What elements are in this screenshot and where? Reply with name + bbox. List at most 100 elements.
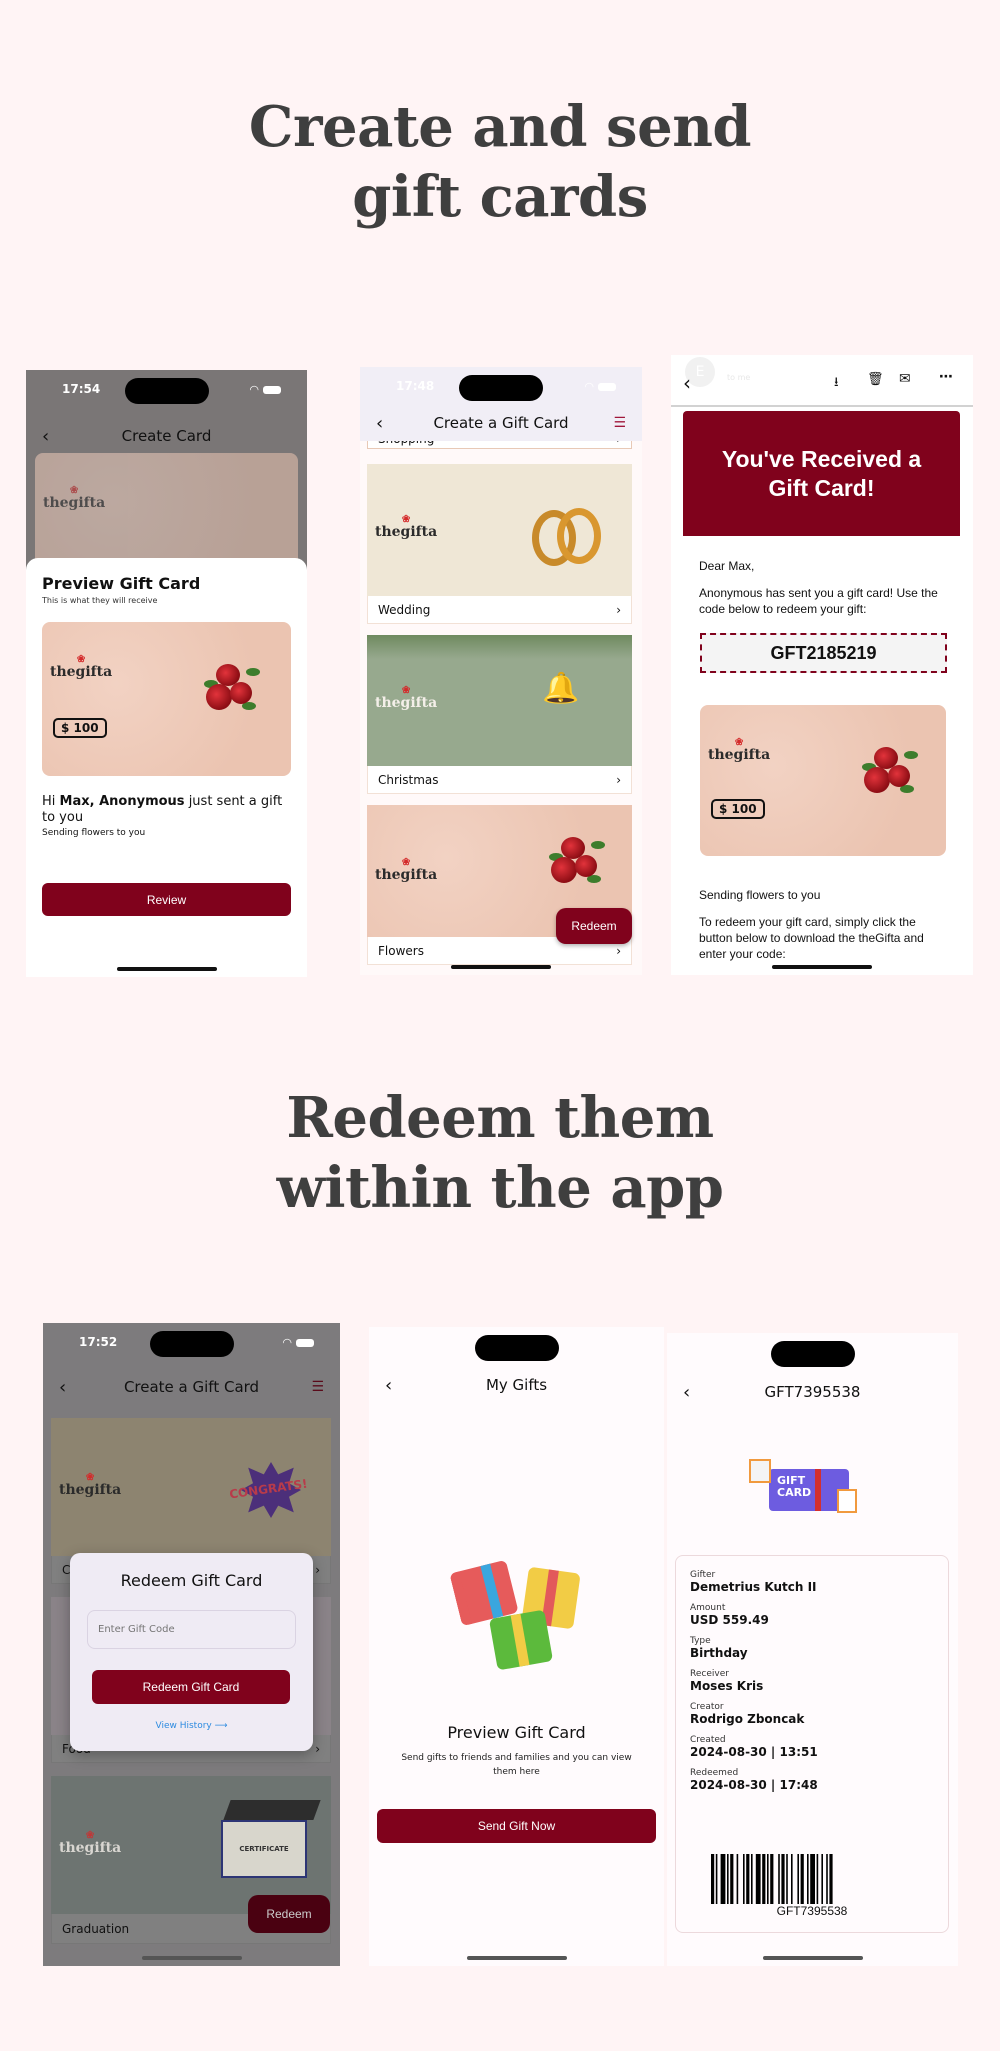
wedding-card-image: ❀ thegifta: [367, 464, 632, 596]
gift-message: Hi Max, Anonymous just sent a gift to yo…: [42, 794, 283, 825]
detail-value: Moses Kris: [690, 1679, 764, 1693]
status-time: 17:52: [79, 1335, 118, 1349]
dynamic-island: [124, 378, 209, 404]
barcode-bar: [816, 1854, 819, 1904]
detail-field: Redeemed 2024-08-30 | 17:48: [690, 1768, 934, 1792]
barcode-bar: [755, 1854, 761, 1904]
barcode-bar: [743, 1854, 745, 1904]
detail-label: Amount: [690, 1603, 726, 1613]
detail-field: Creator Rodrigo Zboncak: [690, 1702, 934, 1726]
dynamic-island: [770, 1341, 855, 1367]
green-gift-icon: [488, 1609, 554, 1671]
barcode-bar: [730, 1854, 734, 1904]
category-card-christmas[interactable]: ❀ thegifta 🔔 Christmas ›: [367, 635, 632, 794]
back-icon[interactable]: ‹: [385, 1375, 392, 1396]
battery-icon: [598, 382, 616, 391]
brand-logo: ❀ thegifta: [708, 737, 771, 764]
status-bar: 17:54 ◠: [26, 370, 307, 410]
congrats-card-image: ❀ thegifta CONGRATS!: [51, 1418, 331, 1556]
redeem-fab[interactable]: Redeem: [248, 1895, 330, 1933]
phone-create-card: 17:54 ◠ ‹ Create Card ❀ thegifta Preview …: [26, 370, 307, 977]
system-icons: ◠: [249, 383, 281, 396]
barcode-bar: [746, 1854, 750, 1904]
graduation-cap-icon: [223, 1800, 321, 1820]
barcode-bar: [770, 1854, 774, 1904]
rose-bouquet-icon: [202, 662, 260, 720]
empty-state-title: Preview Gift Card: [447, 1723, 586, 1742]
status-time: 17:54: [62, 382, 101, 396]
category-row: Christmas ›: [367, 766, 632, 794]
gift-code: GFT2185219: [700, 633, 947, 673]
detail-value: Demetrius Kutch II: [690, 1580, 817, 1594]
barcode-text: GFT7395538: [776, 1904, 848, 1918]
brand-logo: ❀ thegifta: [59, 1472, 122, 1499]
brand-logo: ❀ thegifta: [59, 1830, 122, 1857]
detail-label: Receiver: [690, 1669, 729, 1679]
heading-line: Redeem them: [286, 1085, 714, 1151]
chevron-right-icon: ›: [616, 943, 621, 958]
archive-icon[interactable]: ⭳: [834, 373, 839, 395]
barcode-bar: [800, 1854, 804, 1904]
nav-bar: ‹ Create a Gift Card ☰: [360, 405, 642, 441]
chevron-right-icon: ›: [315, 1741, 320, 1756]
nav-bar: ‹ My Gifts: [369, 1367, 664, 1403]
send-gift-now-button[interactable]: Send Gift Now: [377, 1809, 656, 1843]
back-icon[interactable]: ‹: [683, 1382, 690, 1403]
system-icons: ◠: [584, 380, 616, 393]
back-icon[interactable]: ‹: [59, 1377, 66, 1398]
back-icon[interactable]: ‹: [683, 371, 691, 395]
rose-bouquet-icon: [547, 835, 605, 893]
back-icon[interactable]: ‹: [376, 413, 383, 434]
details-list: Gifter Demetrius Kutch II Amount USD 559.49…: [690, 1570, 934, 1792]
graduation-card-image: ❀ thegifta CERTIFICATE: [51, 1776, 331, 1914]
mail-icon[interactable]: ✉: [899, 371, 911, 387]
section-heading-redeem: Redeem them within the app: [0, 1083, 1000, 1223]
brand-logo: ❀ thegifta: [375, 685, 438, 712]
wifi-icon: ◠: [584, 380, 594, 393]
redeem-modal: Redeem Gift Card Redeem Gift Card View H…: [70, 1553, 313, 1751]
home-indicator: [762, 1956, 863, 1960]
detail-value: Birthday: [690, 1646, 748, 1660]
page-title: Create a Gift Card: [433, 414, 569, 432]
detail-value: USD 559.49: [690, 1613, 769, 1627]
detail-label: Redeemed: [690, 1768, 739, 1778]
header: 17:48 ◠ ‹ Create a Gift Card ☰: [360, 367, 642, 441]
barcode-bar: [711, 1854, 715, 1904]
bell-icon: 🔔: [542, 671, 580, 706]
redeem-fab[interactable]: Redeem: [556, 908, 632, 944]
barcode: [711, 1854, 915, 1904]
detail-value: 2024-08-30 | 13:51: [690, 1745, 818, 1759]
barcode-bar: [767, 1854, 769, 1904]
more-icon[interactable]: ⋯: [939, 369, 953, 385]
gift-boxes-illustration: [449, 1542, 589, 1672]
status-time: 17:48: [396, 379, 435, 393]
barcode-bar: [829, 1854, 833, 1904]
dynamic-island: [459, 375, 543, 401]
barcode-bar: [797, 1854, 799, 1904]
brand-logo: ❀ thegifta: [50, 654, 113, 681]
email-intro: Anonymous has sent you a gift card! Use …: [699, 586, 938, 616]
preview-sheet: Preview Gift Card This is what they will…: [26, 558, 307, 977]
background-gift-card: ❀ thegifta: [35, 453, 298, 573]
detail-label: Creator: [690, 1702, 724, 1712]
barcode-bar: [807, 1854, 809, 1904]
gift-code-input[interactable]: [87, 1610, 296, 1649]
brand-logo: ❀ thegifta: [43, 485, 106, 512]
detail-value: 2024-08-30 | 17:48: [690, 1778, 818, 1792]
category-card-wedding[interactable]: ❀ thegifta Wedding ›: [367, 464, 632, 624]
list-menu-icon[interactable]: ☰: [311, 1379, 324, 1395]
wifi-icon: ◠: [282, 1336, 292, 1349]
category-row: Wedding ›: [367, 596, 632, 624]
barcode-bar: [720, 1854, 726, 1904]
detail-label: Created: [690, 1735, 726, 1745]
view-history-link[interactable]: View History ⟶: [70, 1721, 313, 1731]
review-button[interactable]: Review: [42, 883, 291, 916]
battery-icon: [263, 385, 281, 394]
detail-field: Gifter Demetrius Kutch II: [690, 1570, 934, 1594]
list-menu-icon[interactable]: ☰: [613, 415, 626, 431]
redeem-gift-card-button[interactable]: Redeem Gift Card: [92, 1670, 290, 1704]
back-icon[interactable]: ‹: [42, 426, 49, 447]
trash-icon[interactable]: 🗑: [867, 372, 884, 387]
email-instructions: To redeem your gift card, simply click t…: [699, 915, 924, 961]
phone-redeem-modal: 17:52 ◠ ‹ Create a Gift Card ☰ ❀ thegifta…: [43, 1323, 340, 1966]
